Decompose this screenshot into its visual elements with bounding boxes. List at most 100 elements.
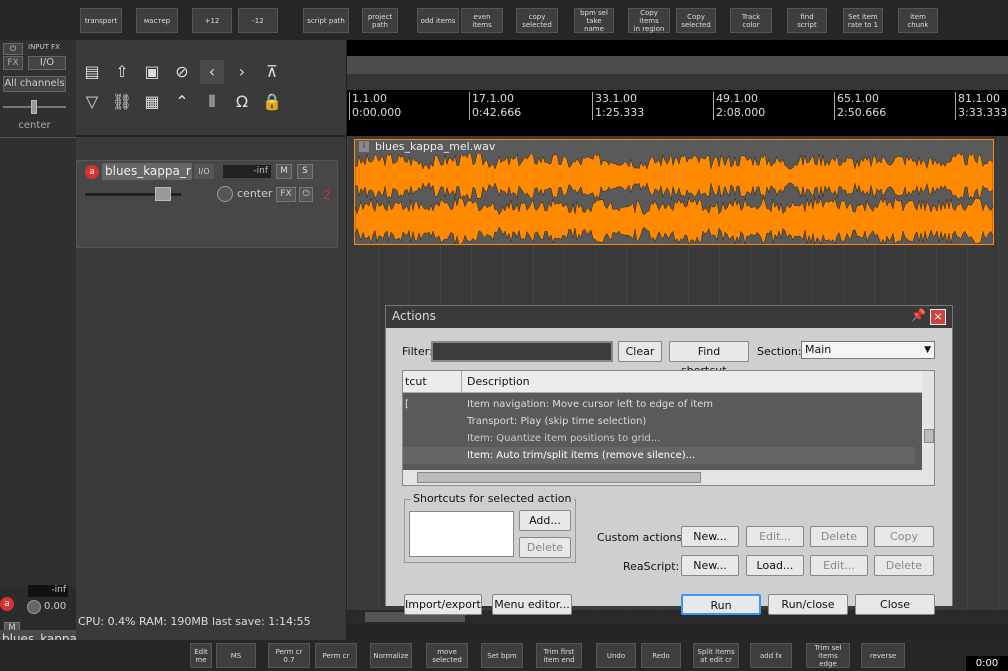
toolbar-button[interactable]: Edit me [190,643,212,668]
toolbar-button[interactable]: transport [80,8,122,33]
custom-new-button[interactable]: New... [681,526,739,547]
find-shortcut-button[interactable]: Find shortcut... [669,341,749,377]
toolbar-button[interactable]: Split items at edit cr [693,643,739,668]
toolbar-button[interactable]: Redo [641,643,681,668]
toolbar-button[interactable]: Track color [730,8,772,33]
toolbar-button[interactable]: copy selected [516,8,558,33]
toolbar-button[interactable]: -12 [238,8,278,33]
toolbar-button[interactable]: Trim first item end [536,643,582,668]
track-power-icon[interactable]: ⏻ [299,187,313,202]
toolbar-button[interactable]: bpm sel take name [574,8,614,33]
metronome-icon[interactable]: ⊼ [260,60,284,84]
clear-button[interactable]: Clear [618,341,662,362]
lock-icon[interactable]: 🔒 [260,90,284,114]
toolbar-button[interactable]: Normalize [370,643,412,668]
new-project-icon[interactable]: ▤ [80,60,104,84]
track-name-field[interactable]: blues_kappa_r [102,163,192,180]
toolbar-button[interactable]: reverse [861,643,905,668]
redo-arrow-icon[interactable]: › [230,60,254,84]
track-io-button[interactable]: I/O [194,164,214,179]
media-item[interactable]: i blues_kappa_mel.wav [354,139,994,245]
toolbar-button[interactable]: item chunk [898,8,938,33]
col-description[interactable]: Description [467,375,530,388]
record-arm-icon[interactable]: a [0,597,14,611]
toolbar-button[interactable]: even items [461,8,503,33]
filter-icon[interactable]: ▽ [80,90,104,114]
reascript-new-button[interactable]: New... [681,555,739,576]
list-item[interactable]: [Item navigation: Move cursor left to ed… [403,396,915,413]
toolbar-button[interactable]: add fx [750,643,792,668]
fx-button[interactable]: FX [3,56,23,70]
track-volume-handle[interactable] [155,187,171,201]
run-close-button[interactable]: Run/close [768,594,848,615]
scrollbar-thumb[interactable] [417,472,701,483]
toolbar-button[interactable]: Set bpm [481,643,523,668]
link-icon[interactable]: ⛓ [110,90,134,114]
dialog-titlebar[interactable]: Actions 📌 × [386,306,952,328]
undo-arrow-icon[interactable]: ‹ [200,60,224,84]
custom-delete-button[interactable]: Delete [810,526,868,547]
toolbar-button[interactable]: Copy selected [676,8,716,33]
horizontal-scrollbar[interactable] [403,470,934,485]
toolbar-button[interactable]: odd items [417,8,459,33]
toolbar-button[interactable]: Trim sel items edge [806,643,850,668]
vertical-scrollbar[interactable] [922,371,934,471]
track-pan-knob[interactable] [217,186,233,202]
track-mute-button[interactable]: M [276,164,292,179]
import-export-button[interactable]: Import/export... [404,594,491,615]
filter-input[interactable] [431,341,613,362]
toolbar-button[interactable]: find script [787,8,827,33]
toolbar-button[interactable]: Perm cr [315,643,357,668]
track-solo-button[interactable]: S [297,164,313,179]
custom-copy-button[interactable]: Copy [874,526,934,547]
region-lane[interactable] [347,56,1008,74]
toolbar-button[interactable]: Set item rate to 1 [843,8,883,33]
close-button[interactable]: Close [855,594,935,615]
run-button[interactable]: Run [681,594,761,615]
section-select[interactable]: Main ▼ [801,341,935,359]
actions-list[interactable]: tcut Description [Item navigation: Move … [402,370,935,486]
snap-magnet-icon[interactable]: Ω [230,90,254,114]
scrollbar-thumb[interactable] [924,429,934,443]
attach-icon[interactable]: ⊘ [170,60,194,84]
pin-icon[interactable]: 📌 [911,308,926,322]
save-icon[interactable]: ▣ [140,60,164,84]
marker-lane[interactable] [347,40,1008,56]
item-info-icon[interactable]: i [359,141,369,152]
toolbar-button[interactable]: +12 [192,8,232,33]
menu-editor-button[interactable]: Menu editor... [492,594,572,615]
shortcuts-list[interactable] [409,511,514,557]
list-item[interactable]: Item: Auto trim/split items (remove sile… [403,447,915,464]
power-icon[interactable]: ⏻ [3,43,23,55]
col-shortcut[interactable]: tcut [405,375,427,388]
delete-shortcut-button[interactable]: Delete [519,537,571,558]
toolbar-button[interactable]: MS [216,643,256,668]
toolbar-button[interactable]: move selected [426,643,468,668]
reascript-edit-button[interactable]: Edit... [810,555,868,576]
track-header[interactable]: a blues_kappa_r I/O -inf M S center FX ⏻… [76,160,338,248]
pan-slider-handle[interactable] [31,100,37,114]
toolbar-button[interactable]: project path [362,8,398,33]
channels-select[interactable]: All channels [3,76,66,92]
grid-icon[interactable]: ▦ [140,90,164,114]
toolbar-button[interactable]: Copy items in region [628,8,670,33]
custom-edit-button[interactable]: Edit... [746,526,804,547]
open-project-icon[interactable]: ⇧ [110,60,134,84]
list-item[interactable]: Transport: Play (skip time selection) [403,413,915,430]
close-icon[interactable]: × [930,309,946,325]
toolbar-button[interactable]: script path [303,8,349,33]
timeline-ruler[interactable]: 1.1.00 0:00.000 17.1.00 0:42.666 33.1.00 1:25… [347,90,1008,136]
volume-knob[interactable] [27,600,41,614]
toolbar-button[interactable]: Undo [596,643,636,668]
io-button[interactable]: I/O [28,56,66,70]
envelope-icon[interactable]: ⌃ [170,90,194,114]
ripple-icon[interactable]: ⫴ [200,90,224,114]
add-shortcut-button[interactable]: Add... [519,510,571,531]
toolbar-button[interactable]: мастер [136,8,178,33]
list-item[interactable]: Item: Quantize item positions to grid... [403,430,915,447]
record-arm-icon[interactable]: a [85,165,99,179]
reascript-delete-button[interactable]: Delete [874,555,934,576]
reascript-load-button[interactable]: Load... [746,555,804,576]
track-fx-button[interactable]: FX [276,187,296,202]
toolbar-button[interactable]: Perm cr 0.7 [268,643,310,668]
